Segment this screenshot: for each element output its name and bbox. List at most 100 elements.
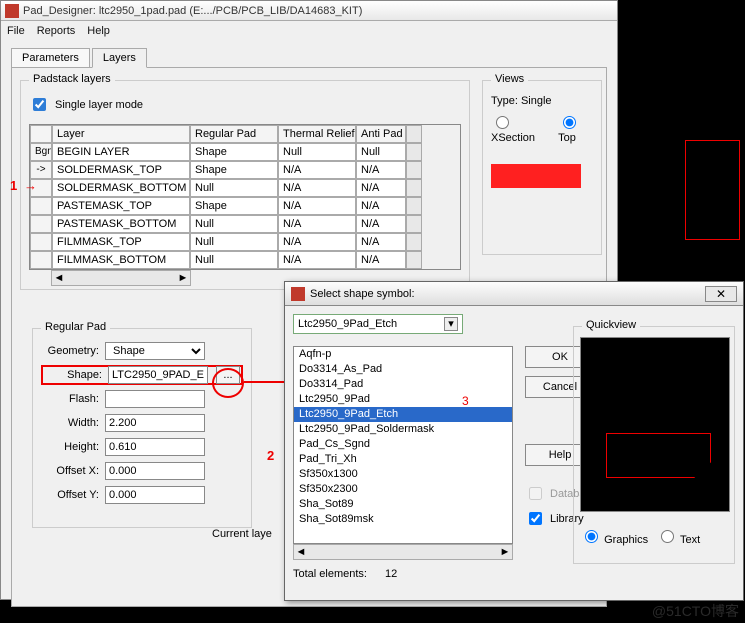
list-item[interactable]: Sf350x1300 xyxy=(294,467,512,482)
list-item[interactable]: Ltc2950_9Pad_Etch xyxy=(294,407,512,422)
menubar: File Reports Help xyxy=(1,21,617,41)
cell[interactable]: N/A xyxy=(278,161,356,179)
cell[interactable]: N/A xyxy=(356,251,406,269)
cell[interactable]: N/A xyxy=(278,179,356,197)
list-item[interactable]: Sha_Sot89msk xyxy=(294,512,512,527)
cell[interactable]: PASTEMASK_BOTTOM xyxy=(52,215,190,233)
cell[interactable]: Null xyxy=(190,251,278,269)
dialog-titlebar: Select shape symbol: ✕ xyxy=(285,282,743,306)
list-item[interactable]: Do3314_As_Pad xyxy=(294,362,512,377)
cell[interactable]: N/A xyxy=(278,197,356,215)
combo-value: Ltc2950_9Pad_Etch xyxy=(298,318,397,330)
cell[interactable]: N/A xyxy=(278,233,356,251)
radio-xsection[interactable] xyxy=(496,116,509,129)
cell[interactable]: N/A xyxy=(356,215,406,233)
chevron-down-icon[interactable]: ▾ xyxy=(444,317,458,331)
table-row[interactable]: ->SOLDERMASK_TOPShapeN/AN/A xyxy=(30,161,460,179)
watermark: @51CTO博客 xyxy=(652,601,739,621)
cell[interactable]: Null xyxy=(190,233,278,251)
cell[interactable] xyxy=(30,197,52,215)
single-layer-checkbox[interactable] xyxy=(33,98,46,111)
offsetx-input[interactable] xyxy=(105,462,205,480)
list-item[interactable]: Pad_Tri_Xh xyxy=(294,452,512,467)
shape-input[interactable] xyxy=(108,366,208,384)
cell[interactable]: Null xyxy=(356,143,406,161)
table-row[interactable]: SOLDERMASK_BOTTOMNullN/AN/A xyxy=(30,179,460,197)
annotation-2: 2 xyxy=(267,448,274,463)
width-input[interactable] xyxy=(105,414,205,432)
geometry-select[interactable]: Shape xyxy=(105,342,205,360)
radio-top[interactable] xyxy=(563,116,576,129)
radio-text[interactable] xyxy=(661,530,674,543)
single-layer-label: Single layer mode xyxy=(55,99,143,111)
cell[interactable]: N/A xyxy=(278,251,356,269)
cell[interactable]: Null xyxy=(190,215,278,233)
dialog-close-button[interactable]: ✕ xyxy=(705,286,737,302)
radio-graphics-label: Graphics xyxy=(604,534,648,546)
table-row[interactable]: BgnBEGIN LAYERShapeNullNull xyxy=(30,143,460,161)
table-row[interactable]: PASTEMASK_BOTTOMNullN/AN/A xyxy=(30,215,460,233)
list-item[interactable]: Ltc2950_9Pad_Soldermask xyxy=(294,422,512,437)
th-scroll xyxy=(406,125,422,143)
cell[interactable]: SOLDERMASK_TOP xyxy=(52,161,190,179)
library-checkbox[interactable] xyxy=(529,512,542,525)
menu-help[interactable]: Help xyxy=(87,25,110,37)
list-item[interactable]: Aqfn-p xyxy=(294,347,512,362)
cell[interactable]: N/A xyxy=(356,179,406,197)
database-checkbox xyxy=(529,487,542,500)
cell[interactable]: Shape xyxy=(190,143,278,161)
cell[interactable] xyxy=(30,233,52,251)
offsety-input[interactable] xyxy=(105,486,205,504)
tab-layers[interactable]: Layers xyxy=(92,48,147,68)
th-regular: Regular Pad xyxy=(190,125,278,143)
listbox-h-scroll[interactable]: ◄ ► xyxy=(293,544,513,560)
menu-reports[interactable]: Reports xyxy=(37,25,76,37)
cell[interactable]: BEGIN LAYER xyxy=(52,143,190,161)
height-input[interactable] xyxy=(105,438,205,456)
cell[interactable]: Shape xyxy=(190,161,278,179)
list-item[interactable]: Pad_Cs_Sgnd xyxy=(294,437,512,452)
cell[interactable]: N/A xyxy=(356,161,406,179)
cell[interactable]: Null xyxy=(278,143,356,161)
dialog-icon xyxy=(291,287,305,301)
scroll-left-icon[interactable]: ◄ xyxy=(294,546,308,558)
table-row[interactable]: FILMMASK_TOPNullN/AN/A xyxy=(30,233,460,251)
flash-input[interactable] xyxy=(105,390,205,408)
cell[interactable]: Bgn xyxy=(30,143,52,161)
table-h-scroll[interactable]: ◄ ► xyxy=(51,270,191,286)
list-item[interactable]: Ltc2950_9Pad xyxy=(294,392,512,407)
cell[interactable] xyxy=(30,251,52,269)
cell[interactable]: SOLDERMASK_BOTTOM xyxy=(52,179,190,197)
tab-parameters[interactable]: Parameters xyxy=(11,48,90,68)
list-item[interactable]: Sf350x2300 xyxy=(294,482,512,497)
cell[interactable]: N/A xyxy=(356,233,406,251)
cell[interactable]: FILMMASK_TOP xyxy=(52,233,190,251)
padstack-layers-group: Padstack layers Single layer mode Layer … xyxy=(20,80,470,290)
cell[interactable]: -> xyxy=(30,161,52,179)
dialog-title: Select shape symbol: xyxy=(310,288,415,300)
shape-combo[interactable]: Ltc2950_9Pad_Etch ▾ xyxy=(293,314,463,334)
scroll-right-icon[interactable]: ► xyxy=(176,272,190,284)
cell[interactable]: Shape xyxy=(190,197,278,215)
tabs: Parameters Layers xyxy=(11,47,607,67)
cell[interactable]: N/A xyxy=(356,197,406,215)
th-mark xyxy=(30,125,52,143)
total-label: Total elements: xyxy=(293,568,367,580)
list-item[interactable]: Do3314_Pad xyxy=(294,377,512,392)
scroll-left-icon[interactable]: ◄ xyxy=(52,272,66,284)
cell[interactable] xyxy=(30,215,52,233)
scroll-right-icon[interactable]: ► xyxy=(498,546,512,558)
cell[interactable]: N/A xyxy=(278,215,356,233)
cell[interactable]: FILMMASK_BOTTOM xyxy=(52,251,190,269)
table-row[interactable]: PASTEMASK_TOPShapeN/AN/A xyxy=(30,197,460,215)
row-scroll xyxy=(406,161,422,179)
table-row[interactable]: FILMMASK_BOTTOMNullN/AN/A xyxy=(30,251,460,269)
row-scroll xyxy=(406,197,422,215)
menu-file[interactable]: File xyxy=(7,25,25,37)
radio-graphics[interactable] xyxy=(585,530,598,543)
list-item[interactable]: Sha_Sot89 xyxy=(294,497,512,512)
row-scroll xyxy=(406,179,422,197)
cell[interactable]: PASTEMASK_TOP xyxy=(52,197,190,215)
cell[interactable]: Null xyxy=(190,179,278,197)
shape-listbox[interactable]: Aqfn-pDo3314_As_PadDo3314_PadLtc2950_9Pa… xyxy=(293,346,513,544)
